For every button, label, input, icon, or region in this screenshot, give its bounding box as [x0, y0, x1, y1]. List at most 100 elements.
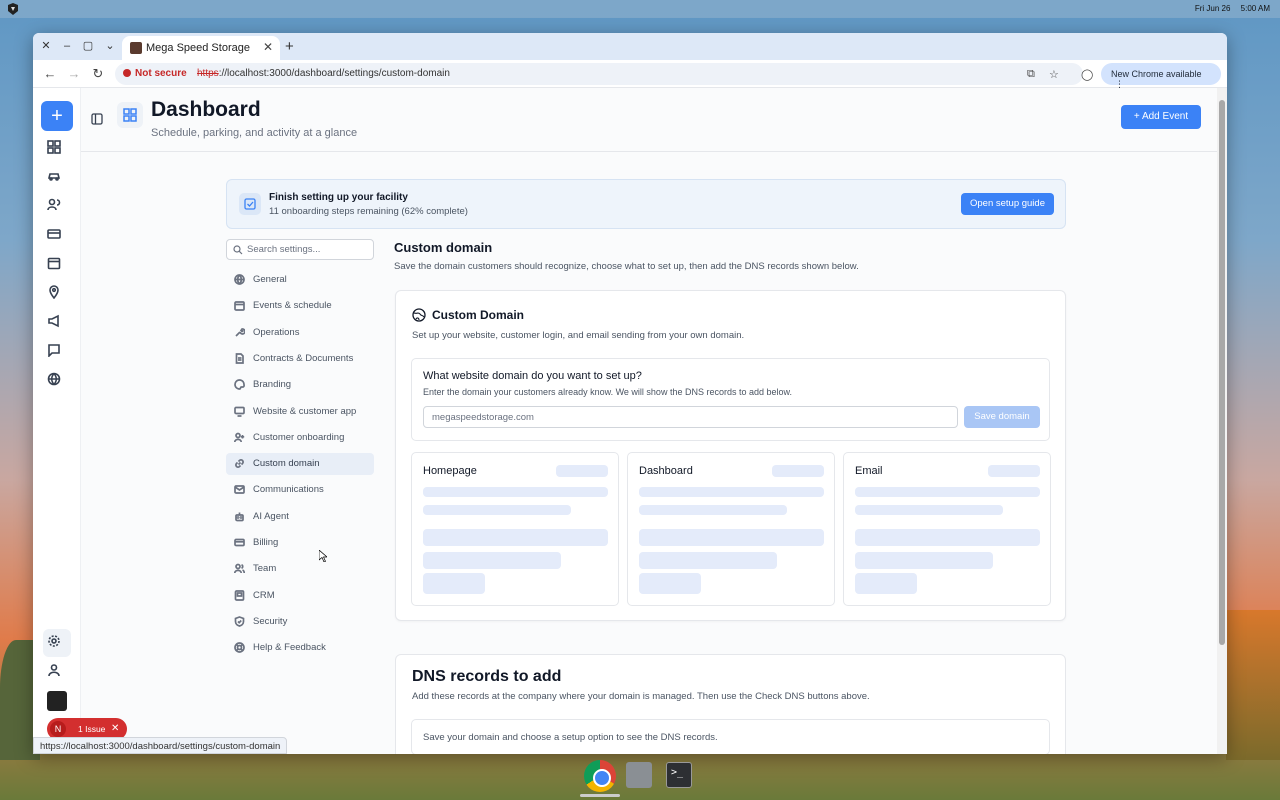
- sidebar-toggle-icon[interactable]: [91, 113, 103, 125]
- issue-letter: N: [50, 721, 66, 737]
- settings-nav-item-help-and-feedback[interactable]: Help & Feedback: [226, 637, 374, 659]
- option-title: Dashboard: [639, 465, 693, 477]
- settings-nav-item-operations[interactable]: Operations: [226, 322, 374, 344]
- chrome-app-icon[interactable]: [584, 760, 616, 792]
- system-time: 5:00 AM: [1240, 4, 1270, 13]
- option-dashboard[interactable]: Dashboard: [627, 452, 835, 606]
- facility-logo[interactable]: [47, 691, 67, 711]
- settings-nav-item-ai-agent[interactable]: AI Agent: [226, 506, 374, 528]
- file-manager-icon[interactable]: [626, 762, 652, 788]
- system-clock[interactable]: Fri Jun 26 5:00 AM: [1187, 4, 1270, 13]
- settings-nav-item-events-and-schedule[interactable]: Events & schedule: [226, 295, 374, 317]
- reload-icon[interactable]: ↻: [90, 66, 106, 82]
- rail-dashboard-icon[interactable]: [47, 140, 67, 160]
- setup-banner: Finish setting up your facility 11 onboa…: [226, 179, 1066, 229]
- open-setup-guide-button[interactable]: Open setup guide: [961, 193, 1054, 215]
- forward-arrow-icon[interactable]: →: [66, 66, 82, 82]
- checklist-icon: [239, 193, 261, 215]
- settings-nav-item-crm[interactable]: CRM: [226, 585, 374, 607]
- page-scrollbar[interactable]: [1217, 88, 1227, 754]
- icon-rail: +: [33, 88, 81, 754]
- skeleton-button: [855, 573, 917, 594]
- skeleton-line: [855, 487, 1040, 497]
- rail-chat-icon[interactable]: [47, 343, 67, 363]
- option-homepage[interactable]: Homepage: [411, 452, 619, 606]
- skeleton-block: [423, 529, 608, 546]
- terminal-icon[interactable]: >_: [666, 762, 692, 788]
- dns-records-card: DNS records to add Add these records at …: [395, 654, 1066, 754]
- settings-nav-item-communications[interactable]: Communications: [226, 479, 374, 501]
- back-arrow-icon[interactable]: ←: [42, 66, 58, 82]
- setup-title: Finish setting up your facility: [269, 192, 408, 203]
- page-header: Dashboard Schedule, parking, and activit…: [81, 88, 1217, 152]
- skeleton-line: [423, 505, 571, 515]
- scrollbar-thumb[interactable]: [1219, 100, 1225, 645]
- rail-users-icon[interactable]: [47, 198, 67, 218]
- save-domain-button[interactable]: Save domain: [964, 406, 1040, 428]
- bookmark-star-icon[interactable]: ☆: [1049, 68, 1059, 81]
- settings-nav-label: General: [253, 274, 287, 285]
- settings-nav-label: Website & customer app: [253, 405, 357, 417]
- link-icon: [234, 458, 245, 469]
- search-icon: [233, 245, 243, 255]
- rail-profile-icon[interactable]: [47, 663, 67, 683]
- settings-nav-label: Contracts & Documents: [253, 352, 354, 364]
- issue-count: 1 Issue: [78, 724, 106, 734]
- settings-search-input[interactable]: Search settings...: [226, 239, 374, 260]
- add-event-button[interactable]: + Add Event: [1121, 105, 1201, 129]
- browser-tab[interactable]: Mega Speed Storage ✕: [122, 36, 280, 60]
- skeleton-line: [639, 505, 787, 515]
- security-indicator[interactable]: Not secure: [123, 68, 187, 79]
- skeleton-line: [639, 487, 824, 497]
- settings-nav-item-customer-onboarding[interactable]: Customer onboarding: [226, 427, 374, 449]
- monitor-icon: [234, 406, 245, 417]
- rail-car-icon[interactable]: [47, 169, 67, 189]
- settings-nav-item-general[interactable]: General: [226, 269, 374, 291]
- tab-list-chevron-icon[interactable]: ⌄: [103, 39, 117, 53]
- rail-location-icon[interactable]: [47, 285, 67, 305]
- option-title: Email: [855, 465, 883, 477]
- profile-icon[interactable]: ◯: [1081, 68, 1093, 81]
- window-maximize-icon[interactable]: ▢: [81, 39, 95, 53]
- system-top-bar: Fri Jun 26 5:00 AM: [0, 0, 1280, 18]
- option-email[interactable]: Email: [843, 452, 1051, 606]
- card-description: Set up your website, customer login, and…: [412, 330, 745, 341]
- settings-nav-label: Help & Feedback: [253, 642, 326, 654]
- skeleton-badge: [988, 465, 1040, 477]
- settings-nav-item-branding[interactable]: Branding: [226, 374, 374, 396]
- rail-megaphone-icon[interactable]: [47, 314, 67, 334]
- chrome-update-button[interactable]: New Chrome available ⋮: [1101, 63, 1221, 89]
- window-minimize-icon[interactable]: –: [60, 39, 74, 53]
- quick-add-button[interactable]: +: [41, 101, 73, 131]
- window-close-icon[interactable]: ✕: [39, 39, 53, 53]
- settings-nav-item-contracts-and-documents[interactable]: Contracts & Documents: [226, 348, 374, 370]
- settings-nav-item-team[interactable]: Team: [226, 558, 374, 580]
- settings-nav-item-billing[interactable]: Billing: [226, 532, 374, 554]
- rail-globe-icon[interactable]: [47, 372, 67, 392]
- tab-close-icon[interactable]: ✕: [263, 40, 273, 54]
- settings-nav-item-custom-domain[interactable]: Custom domain: [226, 453, 374, 476]
- tab-title: Mega Speed Storage: [146, 42, 250, 54]
- os-logo-icon[interactable]: [7, 3, 19, 15]
- palette-icon: [234, 379, 245, 391]
- dashboard-grid-icon: [117, 102, 143, 128]
- dns-description: Add these records at the company where y…: [412, 691, 870, 702]
- rail-calendar-icon[interactable]: [47, 256, 67, 276]
- page-title: Dashboard: [151, 98, 261, 121]
- close-icon[interactable]: ✕: [111, 723, 119, 734]
- settings-nav-label: AI Agent: [253, 510, 289, 522]
- install-app-icon[interactable]: ⧉: [1027, 68, 1035, 81]
- address-bar[interactable]: Not secure https://localhost:3000/dashbo…: [115, 63, 1083, 85]
- rail-card-icon[interactable]: [47, 227, 67, 247]
- rail-settings-icon[interactable]: [47, 634, 67, 654]
- settings-nav-label: Custom domain: [253, 458, 320, 470]
- settings-nav-item-website-and-customer-app[interactable]: Website & customer app: [226, 401, 374, 423]
- domain-input[interactable]: [423, 406, 958, 428]
- settings-nav-item-security[interactable]: Security: [226, 611, 374, 633]
- calendar-icon: [234, 300, 245, 312]
- setup-progress: 11 onboarding steps remaining (62% compl…: [269, 206, 468, 217]
- new-tab-icon[interactable]: +: [285, 38, 294, 55]
- url-text: https://localhost:3000/dashboard/setting…: [197, 68, 450, 79]
- skeleton-button: [423, 573, 485, 594]
- skeleton-block: [423, 552, 561, 569]
